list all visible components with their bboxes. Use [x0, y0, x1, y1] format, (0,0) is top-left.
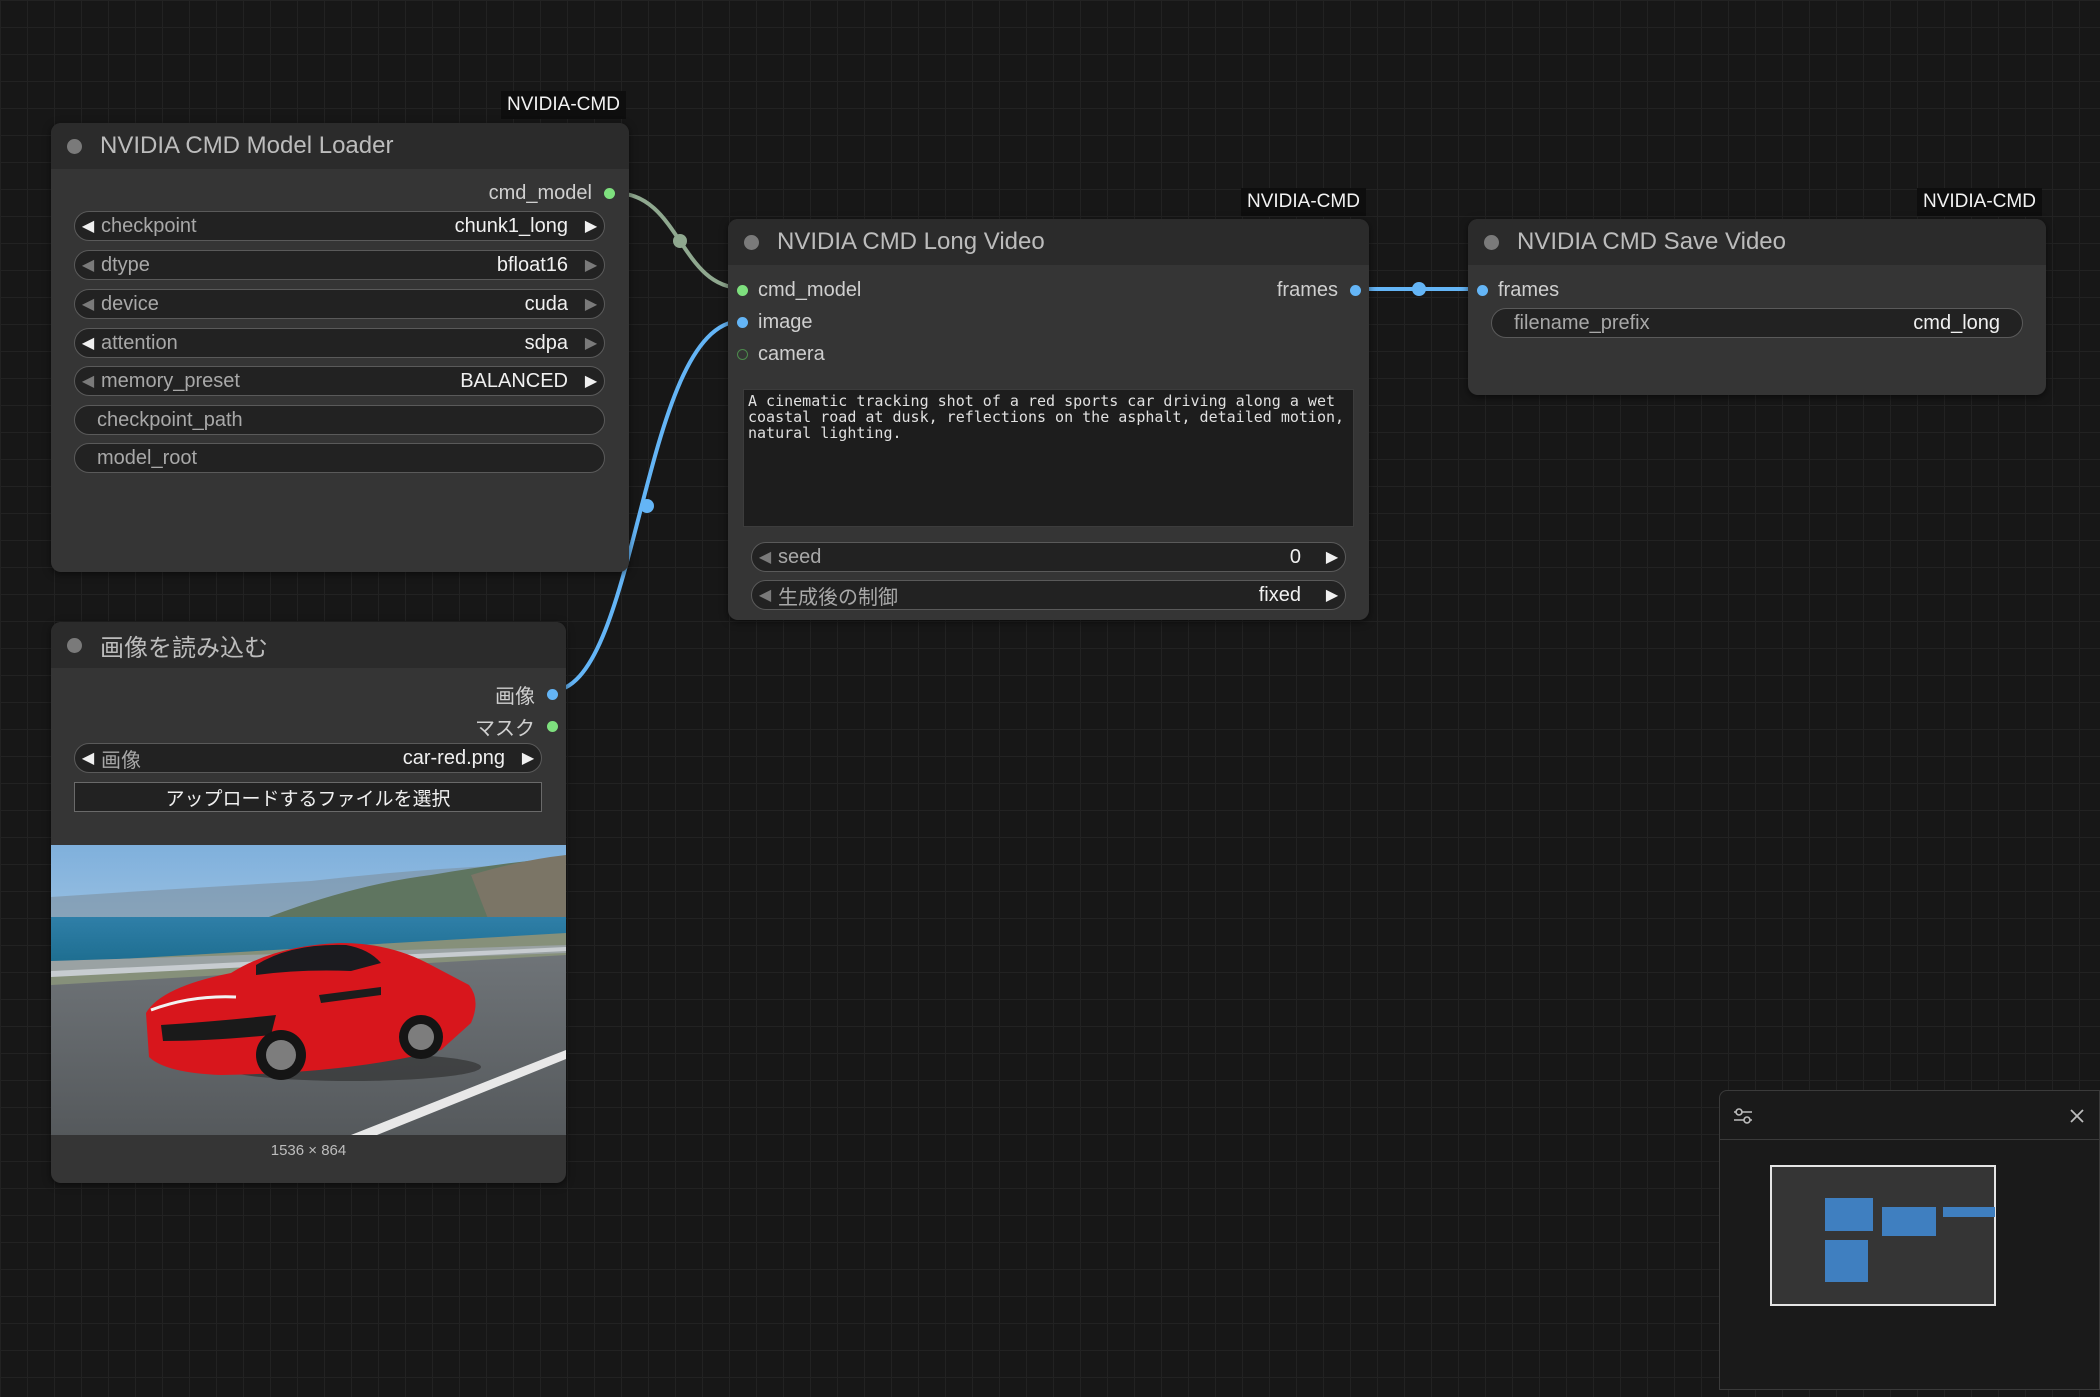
minimap-node	[1825, 1198, 1873, 1231]
image-preview	[51, 845, 566, 1135]
car-photo	[51, 845, 566, 1135]
output-slot-mask[interactable]: マスク	[475, 712, 558, 741]
slot-label: image	[758, 311, 813, 333]
arrow-left-icon[interactable]: ◀	[752, 547, 778, 567]
node-header[interactable]: NVIDIA CMD Long Video	[728, 219, 1369, 265]
combo-attention[interactable]: ◀ attention sdpa ▶	[74, 328, 605, 358]
slot-dot-icon[interactable]	[1477, 285, 1488, 296]
arrow-right-icon[interactable]: ▶	[578, 294, 604, 314]
input-slot-image[interactable]: image	[737, 311, 812, 334]
combo-dtype[interactable]: ◀ dtype bfloat16 ▶	[74, 250, 605, 280]
slot-dot-icon[interactable]	[1350, 285, 1361, 296]
text-model-root[interactable]: model_root	[74, 443, 605, 473]
minimap-node	[1943, 1207, 1995, 1217]
node-save-video[interactable]: NVIDIA CMD Save Video frames filename_pr…	[1468, 219, 2046, 395]
arrow-left-icon[interactable]: ◀	[75, 255, 101, 275]
minimap-node	[1825, 1240, 1868, 1282]
arrow-right-icon[interactable]: ▶	[578, 216, 604, 236]
collapse-dot-icon[interactable]	[67, 138, 82, 154]
category-badge-loader: NVIDIA-CMD	[501, 91, 626, 119]
combo-checkpoint[interactable]: ◀ checkpoint chunk1_long ▶	[74, 211, 605, 241]
minimap-node	[1882, 1207, 1936, 1236]
output-slot-frames[interactable]: frames	[1277, 279, 1361, 302]
combo-control-after-generate[interactable]: ◀ 生成後の制御 fixed ▶	[751, 580, 1346, 610]
combo-memory-preset[interactable]: ◀ memory_preset BALANCED ▶	[74, 366, 605, 396]
input-slot-cmd-model[interactable]: cmd_model	[737, 279, 861, 302]
slot-label: cmd_model	[758, 279, 862, 301]
close-icon[interactable]	[2067, 1106, 2087, 1126]
output-slot-image[interactable]: 画像	[495, 680, 558, 709]
arrow-right-icon[interactable]: ▶	[578, 371, 604, 391]
arrow-right-icon[interactable]: ▶	[578, 255, 604, 275]
arrow-right-icon[interactable]: ▶	[1319, 547, 1345, 567]
node-header[interactable]: NVIDIA CMD Model Loader	[51, 123, 629, 169]
prompt-textarea[interactable]: A cinematic tracking shot of a red sport…	[743, 389, 1354, 527]
slot-dot-icon[interactable]	[547, 689, 558, 700]
node-title: NVIDIA CMD Model Loader	[100, 132, 394, 159]
arrow-left-icon[interactable]: ◀	[75, 371, 101, 391]
node-long-video[interactable]: NVIDIA CMD Long Video cmd_model image ca…	[728, 219, 1369, 620]
node-load-image[interactable]: 画像を読み込む 画像 マスク ◀ 画像 car-red.png ▶ アップロード…	[51, 622, 566, 1183]
slot-dot-icon[interactable]	[737, 285, 748, 296]
slot-label: camera	[758, 343, 825, 365]
node-title: 画像を読み込む	[100, 634, 268, 662]
slot-label: 画像	[495, 686, 535, 708]
collapse-dot-icon[interactable]	[744, 234, 759, 250]
category-badge-save-video: NVIDIA-CMD	[1917, 188, 2042, 216]
arrow-right-icon[interactable]: ▶	[515, 748, 541, 768]
number-seed[interactable]: ◀ seed 0 ▶	[751, 542, 1346, 572]
upload-button[interactable]: アップロードするファイルを選択	[74, 782, 542, 812]
minimap-panel[interactable]	[1719, 1090, 2100, 1390]
combo-image[interactable]: ◀ 画像 car-red.png ▶	[74, 743, 542, 773]
slot-label: frames	[1276, 279, 1338, 301]
node-header[interactable]: 画像を読み込む	[51, 622, 566, 668]
arrow-left-icon[interactable]: ◀	[75, 748, 101, 768]
slot-label: frames	[1498, 279, 1560, 301]
node-title: NVIDIA CMD Save Video	[1517, 228, 1787, 255]
output-slot-cmd-model[interactable]: cmd_model	[489, 182, 615, 205]
node-title: NVIDIA CMD Long Video	[777, 228, 1045, 255]
node-header[interactable]: NVIDIA CMD Save Video	[1468, 219, 2046, 265]
combo-device[interactable]: ◀ device cuda ▶	[74, 289, 605, 319]
minimap-viewport[interactable]	[1770, 1165, 1996, 1306]
input-slot-camera[interactable]: camera	[737, 343, 825, 366]
slot-dot-icon[interactable]	[604, 188, 615, 199]
node-model-loader[interactable]: NVIDIA CMD Model Loader cmd_model ◀ chec…	[51, 123, 629, 572]
arrow-right-icon[interactable]: ▶	[1319, 585, 1345, 605]
slot-dot-icon[interactable]	[737, 317, 748, 328]
arrow-left-icon[interactable]: ◀	[75, 294, 101, 314]
image-dimensions: 1536 × 864	[270, 1142, 347, 1159]
arrow-left-icon[interactable]: ◀	[752, 585, 778, 605]
slot-dot-icon[interactable]	[737, 349, 748, 360]
arrow-left-icon[interactable]: ◀	[75, 333, 101, 353]
collapse-dot-icon[interactable]	[67, 637, 82, 653]
category-badge-long-video: NVIDIA-CMD	[1241, 188, 1366, 216]
collapse-dot-icon[interactable]	[1484, 234, 1499, 250]
minimap-header	[1720, 1091, 2099, 1140]
slot-label: cmd_model	[488, 182, 592, 204]
slot-dot-icon[interactable]	[547, 721, 558, 732]
sliders-icon[interactable]	[1732, 1105, 1754, 1127]
arrow-left-icon[interactable]: ◀	[75, 216, 101, 236]
input-slot-frames[interactable]: frames	[1477, 279, 1559, 302]
text-filename-prefix[interactable]: filename_prefix cmd_long	[1491, 308, 2023, 338]
arrow-right-icon[interactable]: ▶	[578, 333, 604, 353]
slot-label: マスク	[475, 718, 535, 740]
text-checkpoint-path[interactable]: checkpoint_path	[74, 405, 605, 435]
